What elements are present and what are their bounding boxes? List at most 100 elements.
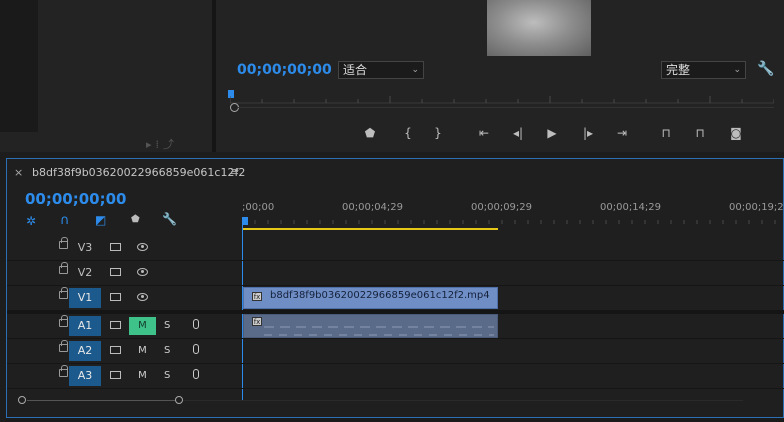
- track-lane-v2[interactable]: [242, 261, 784, 286]
- track-lane-a2[interactable]: [242, 339, 784, 364]
- play-button[interactable]: ▶: [542, 126, 562, 140]
- lock-icon[interactable]: [59, 262, 68, 274]
- fit-dropdown-value: 适合: [343, 63, 368, 77]
- eye-icon[interactable]: [137, 293, 148, 301]
- audio-waveform: [264, 326, 494, 336]
- microphone-icon[interactable]: [193, 319, 199, 329]
- ruler-label: 00;00;19;2: [729, 202, 784, 213]
- track-lane-a3[interactable]: [242, 364, 784, 389]
- lock-icon[interactable]: [59, 315, 68, 327]
- ruler-label: 00;00;04;29: [342, 202, 404, 213]
- sequence-tab-title[interactable]: b8df38f9b03620022966859e061c12f2: [32, 166, 245, 179]
- track-header-a3: A3 M S: [7, 364, 242, 389]
- program-monitor-video: [487, 0, 591, 56]
- lock-icon[interactable]: [59, 287, 68, 299]
- automate-icon[interactable]: ▸⁞: [146, 138, 163, 151]
- track-label[interactable]: A1: [69, 316, 101, 336]
- eye-icon[interactable]: [137, 243, 148, 251]
- lock-icon[interactable]: [59, 340, 68, 352]
- extract-button[interactable]: ⊓: [690, 126, 710, 140]
- marker-icon: ⬟: [364, 126, 376, 140]
- step-forward-icon: |▸: [582, 126, 594, 140]
- ruler-label: 00;00;14;29: [600, 202, 662, 213]
- mute-button[interactable]: M: [129, 342, 156, 360]
- solo-button[interactable]: S: [164, 367, 170, 385]
- tab-menu-button[interactable]: ≡: [230, 165, 239, 178]
- go-to-in-icon: ⇤: [478, 126, 490, 140]
- timeline-ruler[interactable]: ;00;00 00;00;04;29 00;00;09;29 00;00;14;…: [242, 200, 784, 230]
- track-header-v2: V2: [7, 261, 242, 286]
- video-clip[interactable]: fx b8df38f9b03620022966859e061c12f2.mp4: [243, 287, 498, 309]
- microphone-icon[interactable]: [193, 369, 199, 379]
- track-header-v3: V3: [7, 236, 242, 261]
- timeline-scroll-handle-left[interactable]: [18, 396, 26, 404]
- track-header-a2: A2 M S: [7, 339, 242, 364]
- timeline-playhead[interactable]: [242, 217, 248, 225]
- sync-lock-icon[interactable]: [110, 321, 121, 329]
- linked-selection-icon[interactable]: ◩: [95, 213, 106, 227]
- monitor-time-ruler[interactable]: [230, 94, 774, 104]
- add-marker-icon[interactable]: ⬟: [131, 214, 140, 225]
- play-icon: ▶: [547, 126, 557, 140]
- microphone-icon[interactable]: [193, 344, 199, 354]
- track-label[interactable]: V3: [69, 238, 101, 258]
- new-item-icon[interactable]: ⤴: [163, 138, 178, 151]
- program-timecode[interactable]: 00;00;00;00: [237, 62, 332, 78]
- go-to-in-button[interactable]: ⇤: [474, 126, 494, 140]
- sequence-timecode[interactable]: 00;00;00;00: [25, 190, 127, 208]
- add-marker-button[interactable]: ⬟: [360, 126, 380, 140]
- sync-lock-icon[interactable]: [110, 293, 121, 301]
- go-to-out-button[interactable]: ⇥: [612, 126, 632, 140]
- fx-badge: fx: [252, 317, 262, 326]
- solo-button[interactable]: S: [164, 317, 170, 335]
- eye-icon[interactable]: [137, 268, 148, 276]
- scroll-track: [238, 107, 774, 108]
- lock-icon[interactable]: [59, 365, 68, 377]
- sync-lock-icon[interactable]: [110, 243, 121, 251]
- mark-out-button[interactable]: }: [428, 126, 448, 140]
- nest-icon[interactable]: ✲: [26, 214, 36, 228]
- sync-lock-icon[interactable]: [110, 371, 121, 379]
- monitor-zoom-scrollbar[interactable]: [230, 103, 774, 112]
- fx-badge: fx: [252, 292, 262, 301]
- fit-dropdown[interactable]: 适合 ⌄: [338, 61, 424, 79]
- ruler-label: ;00;00: [242, 202, 275, 213]
- export-frame-button[interactable]: ◙: [726, 126, 746, 140]
- timeline-scroll-thumb[interactable]: [27, 400, 175, 401]
- solo-button[interactable]: S: [164, 342, 170, 360]
- camera-icon: ◙: [730, 126, 742, 140]
- track-header-v1: V1: [7, 286, 242, 311]
- ruler-ticks: [242, 220, 776, 224]
- step-back-button[interactable]: ◂|: [508, 126, 528, 140]
- sync-lock-icon[interactable]: [110, 346, 121, 354]
- track-label[interactable]: A2: [69, 341, 101, 361]
- chevron-down-icon: ⌄: [411, 65, 419, 75]
- quality-dropdown-value: 完整: [666, 63, 691, 77]
- lock-icon[interactable]: [59, 237, 68, 249]
- video-clip-name: b8df38f9b03620022966859e061c12f2.mp4: [270, 290, 490, 301]
- mute-button[interactable]: M: [129, 367, 156, 385]
- wrench-icon[interactable]: 🔧: [757, 61, 774, 77]
- work-area-bar[interactable]: [243, 228, 498, 230]
- mute-button[interactable]: M: [129, 317, 156, 335]
- track-label[interactable]: V2: [69, 263, 101, 283]
- track-lane-v3[interactable]: [242, 236, 784, 261]
- timeline-scroll-handle-right[interactable]: [175, 396, 183, 404]
- step-back-icon: ◂|: [512, 126, 524, 140]
- step-forward-button[interactable]: |▸: [578, 126, 598, 140]
- sync-lock-icon[interactable]: [110, 268, 121, 276]
- snap-magnet-icon[interactable]: ∩: [60, 213, 70, 228]
- tab-close-button[interactable]: ×: [14, 166, 23, 179]
- extract-icon: ⊓: [695, 126, 705, 140]
- mark-in-button[interactable]: {: [398, 126, 418, 140]
- track-header-a1: A1 M S: [7, 314, 242, 339]
- quality-dropdown[interactable]: 完整 ⌄: [661, 61, 746, 79]
- timeline-scroll-track: [183, 400, 743, 401]
- audio-clip[interactable]: fx: [243, 314, 498, 338]
- mark-out-icon: }: [434, 126, 442, 140]
- track-label[interactable]: V1: [69, 288, 101, 308]
- wrench-icon[interactable]: 🔧: [162, 212, 177, 226]
- go-to-out-icon: ⇥: [616, 126, 628, 140]
- lift-button[interactable]: ⊓: [656, 126, 676, 140]
- track-label[interactable]: A3: [69, 366, 101, 386]
